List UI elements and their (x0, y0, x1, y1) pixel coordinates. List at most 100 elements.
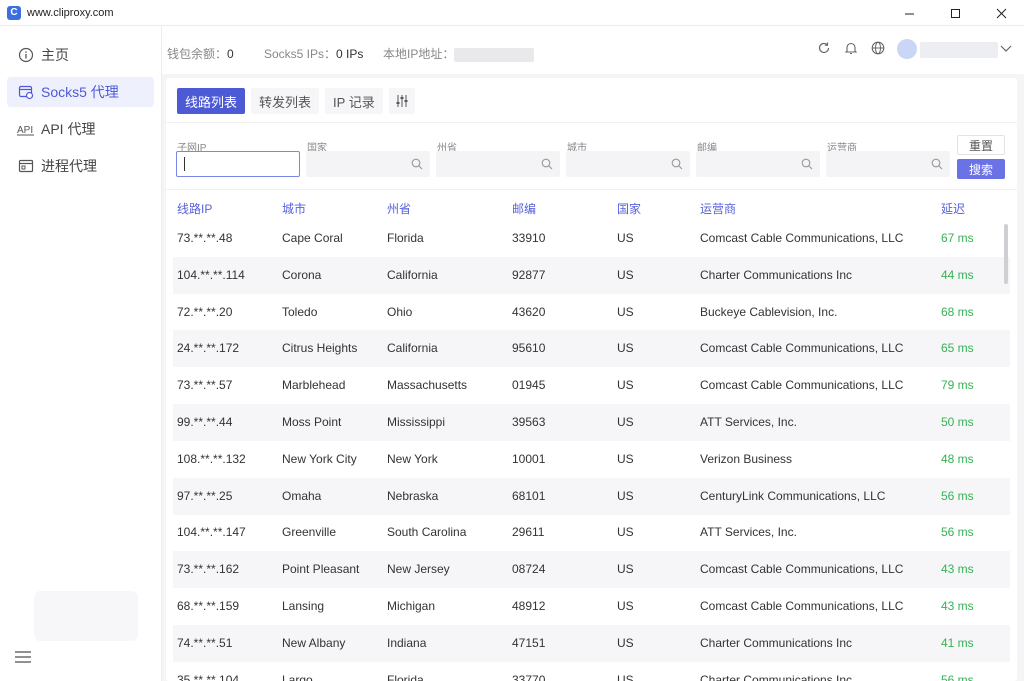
column-header-country[interactable]: 国家 (617, 200, 641, 217)
cell-city: Cape Coral (282, 231, 343, 245)
tab-forward-list[interactable]: 转发列表 (251, 88, 320, 114)
sidebar: 主页 Socks5 代理 API API 代理 进程代理 (0, 26, 162, 681)
cell-state: New Jersey (387, 562, 450, 577)
cell-isp: Charter Communications Inc (700, 267, 853, 282)
cell-isp: Comcast Cable Communications, LLC (700, 378, 904, 393)
socks5-ips: Socks5 IPs：0 IPs (264, 45, 363, 62)
isp-input[interactable] (826, 151, 950, 177)
cell-state: Indiana (387, 635, 427, 650)
sidebar-item-home[interactable]: 主页 (7, 40, 154, 70)
column-header-zip[interactable]: 邮编 (512, 200, 536, 217)
cell-isp: Buckeye Cablevision, Inc. (700, 304, 838, 319)
table-row[interactable]: 73.**.**.48 Cape Coral Florida 33910 US Comca… (173, 220, 1010, 257)
cell-isp: Verizon Business (700, 451, 793, 466)
cell-latency: 67 ms (941, 231, 974, 245)
minimize-icon (904, 13, 914, 14)
cell-zip: 43620 (512, 304, 546, 319)
avatar[interactable] (897, 39, 917, 59)
window-icon (17, 157, 35, 175)
cell-city: Marblehead (282, 378, 346, 393)
city-input[interactable] (566, 151, 690, 177)
table-row[interactable]: 35.**.**.104 Largo Florida 33770 US Charter C… (173, 662, 1010, 681)
cell-country: US (617, 451, 634, 466)
globe-icon[interactable] (871, 41, 887, 57)
local-ip: 本地IP地址： (383, 45, 535, 62)
column-header-ip[interactable]: 线路IP (177, 200, 212, 217)
cell-zip: 01945 (512, 378, 546, 393)
zip-input[interactable] (696, 151, 820, 177)
cell-city: Citrus Heights (282, 341, 358, 356)
cell-isp: ATT Services, Inc. (700, 415, 797, 429)
cell-city: Omaha (282, 488, 322, 503)
minimize-button[interactable] (886, 0, 932, 26)
cell-country: US (617, 378, 634, 393)
maximize-button[interactable] (932, 0, 978, 26)
column-header-latency[interactable]: 延迟 (941, 200, 965, 217)
cell-zip: 95610 (512, 341, 546, 356)
menu-icon[interactable] (15, 651, 33, 665)
cell-city: Largo (282, 672, 313, 681)
table-row[interactable]: 74.**.**.51 New Albany Indiana 47151 US Chart… (173, 624, 1010, 662)
table-row[interactable]: 72.**.**.20 Toledo Ohio 43620 US Buckeye Cabl… (173, 294, 1010, 331)
column-header-city[interactable]: 城市 (282, 200, 306, 217)
table-row[interactable]: 108.**.**.132 New York City New York 10001 U… (173, 441, 1010, 478)
subnet-ip-input[interactable] (176, 151, 300, 177)
table-row[interactable]: 24.**.**.172 Citrus Heights California 9561… (173, 330, 1010, 368)
cell-ip: 73.**.**.48 (177, 231, 233, 245)
cell-city: New York City (282, 451, 357, 466)
cell-state: California (387, 267, 438, 282)
close-button[interactable] (978, 0, 1024, 26)
sidebar-promo-card (34, 591, 138, 641)
cell-state: Florida (387, 231, 424, 245)
sidebar-item-process[interactable]: 进程代理 (7, 151, 154, 181)
cell-latency: 56 ms (941, 488, 974, 503)
table-row[interactable]: 97.**.**.25 Omaha Nebraska 68101 US CenturyLi… (173, 477, 1010, 515)
cell-isp: Comcast Cable Communications, LLC (700, 231, 904, 245)
state-input[interactable] (436, 151, 560, 177)
cell-latency: 43 ms (941, 562, 974, 577)
cell-ip: 72.**.**.20 (177, 304, 233, 319)
search-icon (541, 158, 553, 170)
sidebar-item-label: 主页 (41, 47, 69, 63)
cell-latency: 41 ms (941, 635, 974, 650)
reset-button[interactable]: 重置 (957, 135, 1005, 155)
close-icon (996, 8, 1006, 18)
cell-country: US (617, 267, 634, 282)
table-row[interactable]: 68.**.**.159 Lansing Michigan 48912 US Comcas… (173, 588, 1010, 625)
tab-route-list[interactable]: 线路列表 (177, 88, 246, 114)
cell-ip: 104.**.**.147 (177, 525, 246, 540)
cell-state: Ohio (387, 304, 413, 319)
column-header-state[interactable]: 州省 (387, 200, 411, 217)
cell-country: US (617, 341, 634, 356)
scrollbar[interactable] (1004, 224, 1008, 284)
cell-state: South Carolina (387, 525, 467, 540)
cell-country: US (617, 562, 634, 577)
table-row[interactable]: 99.**.**.44 Moss Point Mississippi 39563 US A… (173, 404, 1010, 441)
cell-city: Toledo (282, 304, 318, 319)
column-header-isp[interactable]: 运营商 (700, 200, 736, 217)
proxy-icon (17, 83, 35, 101)
table-row[interactable]: 104.**.**.114 Corona California 92877 US Char… (173, 256, 1010, 294)
filter-settings-button[interactable] (388, 88, 415, 114)
cell-latency: 44 ms (941, 267, 974, 282)
cell-ip: 73.**.**.57 (177, 378, 233, 393)
refresh-icon[interactable] (817, 41, 833, 57)
cell-country: US (617, 415, 634, 429)
bell-icon[interactable] (844, 41, 860, 57)
cell-zip: 10001 (512, 451, 546, 466)
table-row[interactable]: 73.**.**.162 Point Pleasant New Jersey 0872… (173, 551, 1010, 589)
cell-isp: ATT Services, Inc. (700, 525, 797, 540)
balance-value: 0 (227, 47, 234, 61)
search-button[interactable]: 搜索 (957, 159, 1005, 179)
sidebar-item-socks5[interactable]: Socks5 代理 (7, 77, 154, 107)
cell-state: Nebraska (387, 488, 439, 503)
tab-ip-record[interactable]: IP 记录 (325, 88, 383, 114)
chevron-down-icon[interactable] (1000, 42, 1016, 58)
cell-city: Corona (282, 267, 322, 282)
cell-ip: 35.**.**.104 (177, 672, 240, 681)
sidebar-item-api[interactable]: API API 代理 (7, 114, 154, 144)
cell-country: US (617, 672, 634, 681)
country-input[interactable] (306, 151, 430, 177)
table-row[interactable]: 73.**.**.57 Marblehead Massachusetts 01945 U… (173, 367, 1010, 404)
table-row[interactable]: 104.**.**.147 Greenville South Carolina 296… (173, 514, 1010, 551)
